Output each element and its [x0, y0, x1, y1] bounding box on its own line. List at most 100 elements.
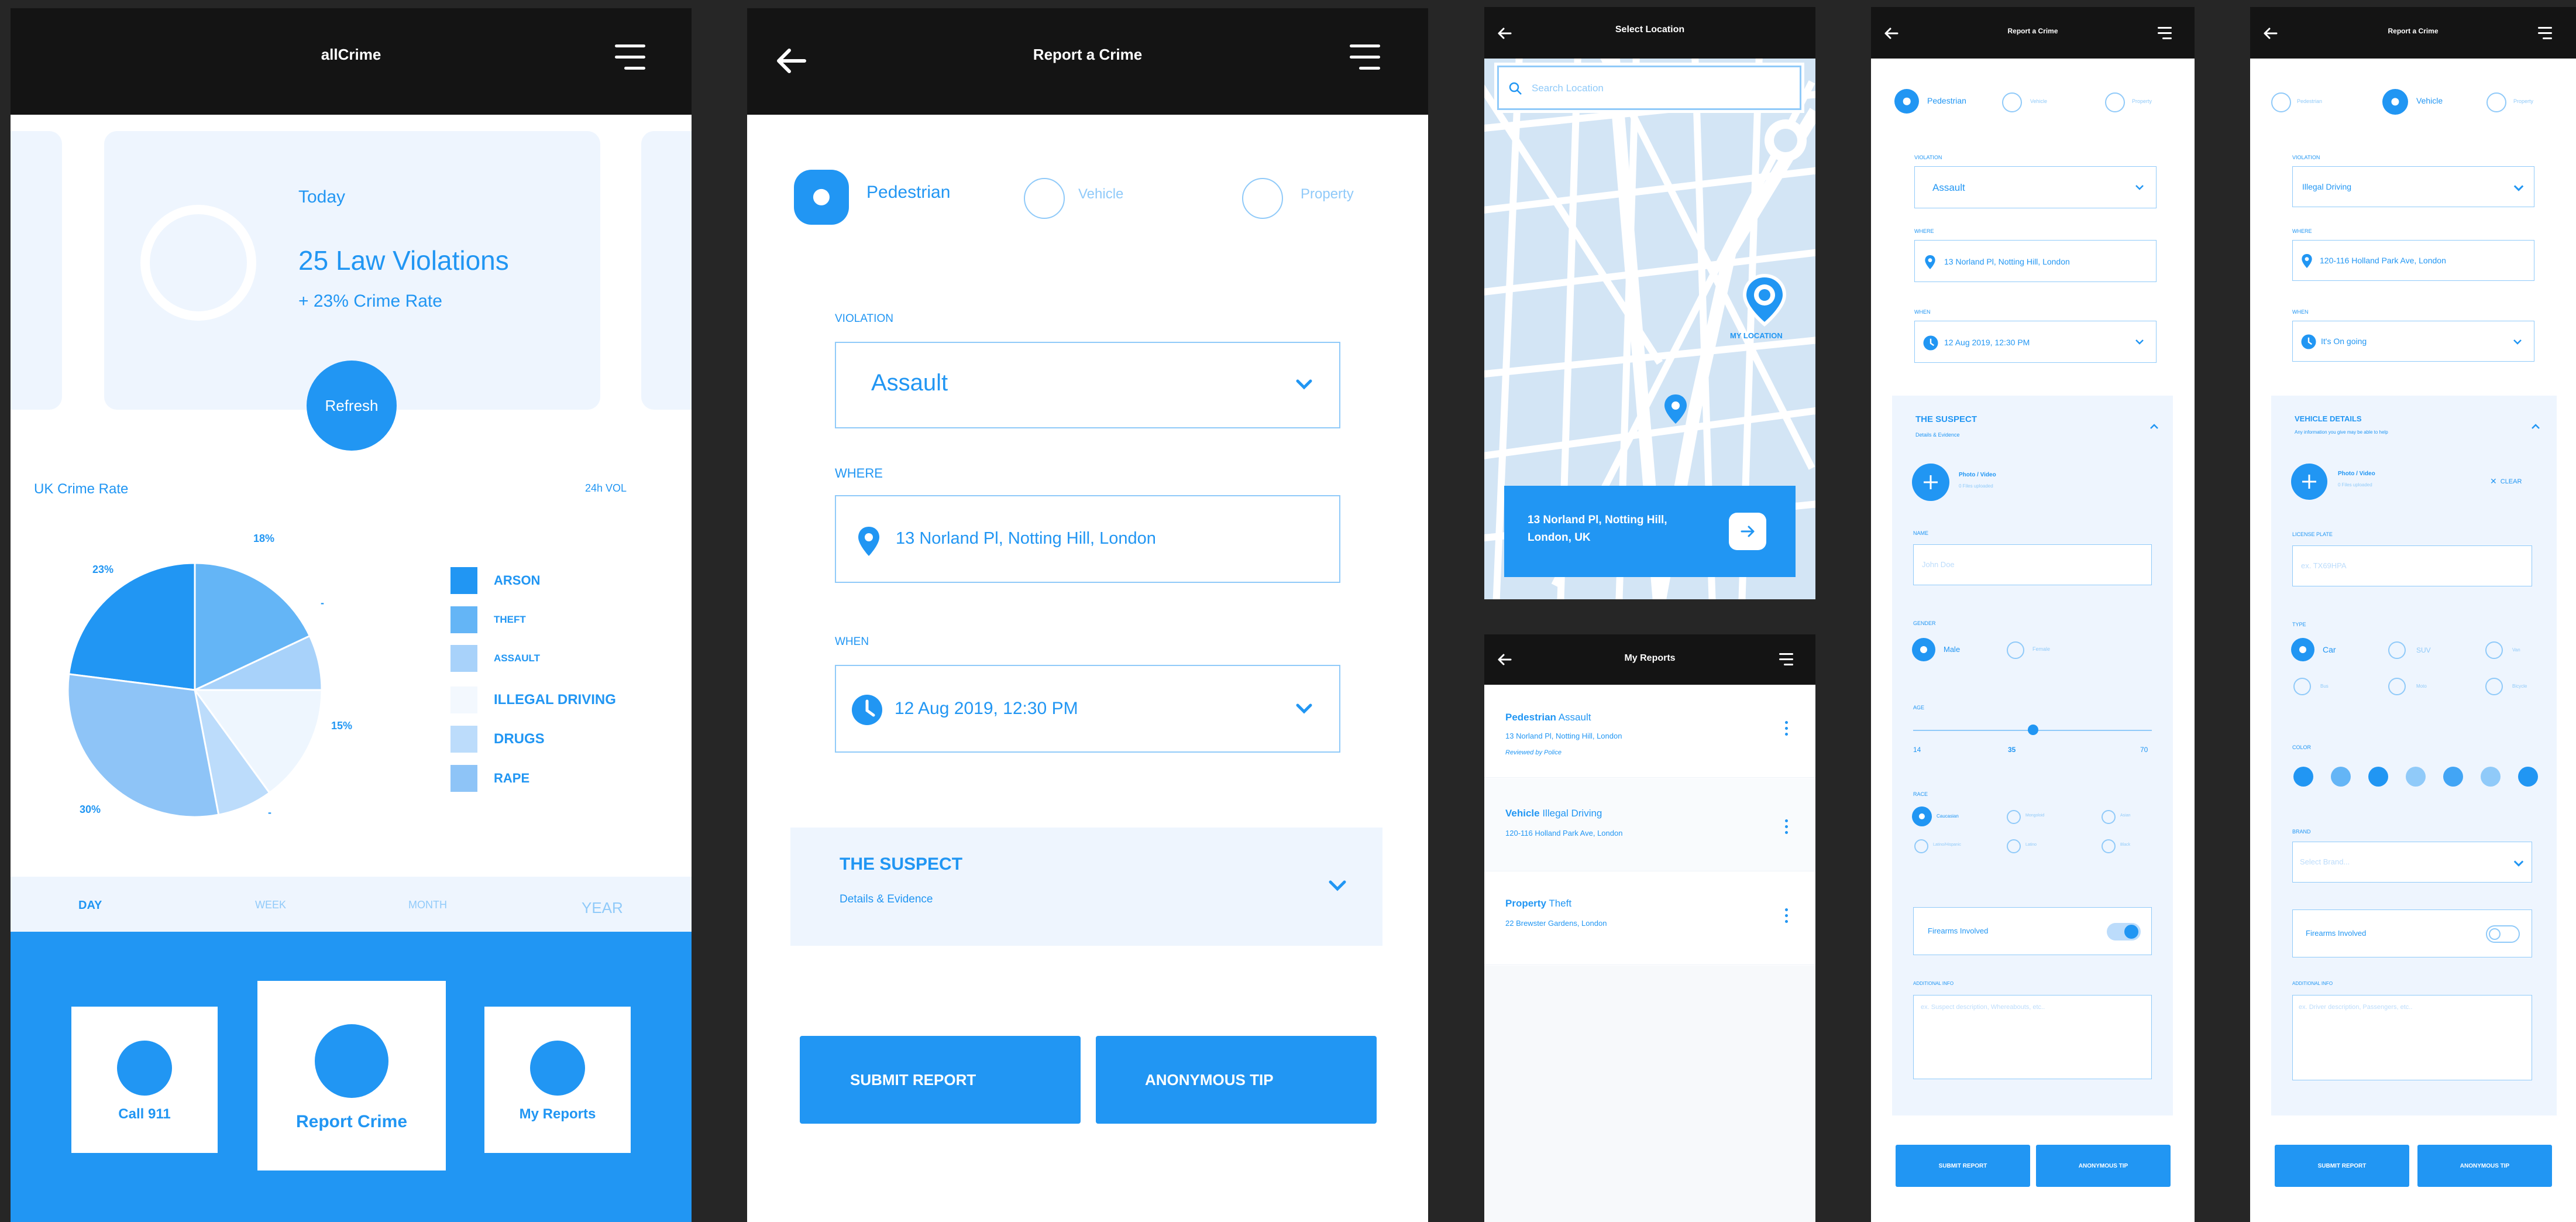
race-label: RACE [1913, 791, 1928, 797]
chevron-down-icon [2513, 339, 2522, 345]
radio-vehicle[interactable] [2002, 92, 2022, 112]
more-options-icon[interactable] [1785, 908, 1789, 926]
age-max: 70 [2140, 746, 2148, 754]
firearms-toggle[interactable] [2486, 925, 2520, 943]
firearms-toggle[interactable] [2107, 923, 2141, 940]
report-list-item[interactable]: Pedestrian Assault 13 Norland Pl, Notting… [1484, 685, 1815, 778]
chart-period[interactable]: 24h VOL [585, 482, 627, 495]
radio-pedestrian[interactable] [1894, 89, 1919, 114]
violation-select[interactable]: Assault [1914, 166, 2157, 208]
radio-type-van[interactable] [2485, 641, 2503, 659]
my-location-marker[interactable]: MY LOCATION [1730, 272, 1792, 342]
color-label: COLOR [2292, 744, 2312, 750]
color-swatch[interactable] [2481, 767, 2501, 787]
violation-select[interactable]: Illegal Driving [2292, 166, 2534, 207]
submit-report-button[interactable]: SUBMIT REPORT [800, 1036, 1081, 1124]
radio-type-bus[interactable] [2293, 678, 2311, 695]
color-swatch[interactable] [2518, 767, 2538, 787]
where-field[interactable]: 120-116 Holland Park Ave, London [2292, 240, 2534, 281]
tab-year[interactable]: YEAR [582, 899, 623, 917]
radio-female[interactable] [2007, 641, 2024, 659]
report-address: 13 Norland Pl, Notting Hill, London [1505, 732, 1622, 740]
add-media-button[interactable] [1912, 464, 1949, 501]
additional-textarea[interactable]: ex. Driver description, Passengers, etc.… [2292, 995, 2532, 1080]
when-select[interactable]: It's On going [2292, 321, 2534, 362]
menu-icon[interactable] [1350, 44, 1380, 70]
brand-select[interactable]: Select Brand... [2292, 842, 2532, 883]
report-list-item[interactable]: Vehicle Illegal Driving 120-116 Holland P… [1484, 778, 1815, 871]
pie-value-label: 18% [253, 533, 274, 544]
selected-address-card[interactable]: 13 Norland Pl, Notting Hill, London, UK [1504, 486, 1796, 577]
radio-pedestrian[interactable] [2271, 92, 2291, 112]
chevron-up-icon[interactable] [2531, 424, 2540, 430]
refresh-button[interactable]: Refresh [307, 361, 397, 451]
radio-vehicle[interactable] [2382, 89, 2408, 115]
radio-property[interactable] [2486, 92, 2506, 112]
violation-select[interactable]: Assault [835, 342, 1340, 428]
radio-vehicle-label: Vehicle [1078, 186, 1124, 202]
report-list-item[interactable]: Property Theft 22 Brewster Gardens, Londo… [1484, 872, 1815, 965]
my-reports-label: My Reports [519, 1106, 596, 1122]
pie-slice-arson[interactable] [68, 562, 196, 691]
when-select[interactable]: 12 Aug 2019, 12:30 PM [835, 665, 1340, 753]
carousel-card-next[interactable] [641, 131, 692, 410]
more-options-icon[interactable] [1785, 721, 1789, 739]
location-pin-icon [858, 527, 879, 556]
radio-race-2[interactable] [2102, 810, 2116, 824]
color-swatch[interactable] [2368, 767, 2388, 787]
add-media-button[interactable] [2291, 464, 2327, 500]
radio-race-0[interactable] [1912, 806, 1932, 826]
suspect-section[interactable]: THE SUSPECT Details & Evidence [790, 828, 1382, 946]
name-input[interactable]: John Doe [1913, 544, 2152, 585]
pie-slice-rape[interactable] [67, 673, 220, 818]
color-swatch[interactable] [2443, 767, 2463, 787]
anonymous-tip-button[interactable]: ANONYMOUS TIP [2036, 1145, 2171, 1187]
chevron-up-icon[interactable] [2149, 424, 2159, 430]
radio-type-car[interactable] [2291, 638, 2314, 661]
where-field[interactable]: 13 Norland Pl, Notting Hill, London [1914, 240, 2157, 282]
confirm-location-button[interactable] [1729, 513, 1766, 550]
plus-icon [2302, 475, 2316, 489]
slider-thumb[interactable] [2028, 725, 2038, 735]
my-reports-button[interactable]: My Reports [484, 1007, 631, 1153]
tab-week[interactable]: WEEK [255, 899, 286, 911]
menu-icon[interactable] [2538, 27, 2552, 39]
menu-icon[interactable] [615, 44, 645, 70]
violation-value: Assault [1932, 182, 1965, 193]
location-search-input[interactable]: Search Location [1497, 66, 1801, 110]
radio-pedestrian[interactable] [794, 170, 849, 225]
more-options-icon[interactable] [1785, 819, 1789, 837]
radio-type-bicycle[interactable] [2485, 678, 2503, 695]
color-swatch[interactable] [2406, 767, 2426, 787]
submit-report-button[interactable]: SUBMIT REPORT [1896, 1145, 2030, 1187]
menu-icon[interactable] [1779, 653, 1793, 665]
report-crime-button[interactable]: Report Crime [257, 981, 446, 1170]
tab-day[interactable]: DAY [78, 899, 102, 912]
suspect-subtitle: Details & Evidence [1915, 432, 1960, 438]
radio-race-5[interactable] [2102, 839, 2116, 853]
color-swatch[interactable] [2293, 767, 2313, 787]
submit-report-button[interactable]: SUBMIT REPORT [2275, 1145, 2409, 1187]
when-select[interactable]: 12 Aug 2019, 12:30 PM [1914, 321, 2157, 363]
radio-race-4[interactable] [2007, 839, 2021, 853]
tab-month[interactable]: MONTH [408, 899, 447, 911]
anonymous-tip-button[interactable]: ANONYMOUS TIP [2417, 1145, 2552, 1187]
additional-textarea[interactable]: ex. Suspect description, Whereabouts, et… [1913, 995, 2152, 1079]
carousel-card-prev[interactable] [11, 131, 62, 410]
anonymous-tip-button[interactable]: ANONYMOUS TIP [1096, 1036, 1377, 1124]
menu-icon[interactable] [2158, 27, 2172, 39]
radio-race-1[interactable] [2007, 810, 2021, 824]
radio-property[interactable] [2105, 92, 2125, 112]
radio-race-3[interactable] [1914, 839, 1928, 853]
radio-male[interactable] [1912, 638, 1935, 661]
age-slider[interactable] [1913, 725, 2152, 736]
radio-type-suv[interactable] [2388, 641, 2406, 659]
call-911-button[interactable]: Call 911 [71, 1007, 218, 1153]
plate-input[interactable]: ex. TX69HPA [2292, 545, 2532, 586]
color-swatch[interactable] [2331, 767, 2351, 787]
radio-type-moto[interactable] [2388, 678, 2406, 695]
radio-property[interactable] [1242, 178, 1283, 219]
where-field[interactable]: 13 Norland Pl, Notting Hill, London [835, 495, 1340, 583]
radio-vehicle[interactable] [1024, 178, 1065, 219]
clear-button[interactable]: ✕ CLEAR [2490, 476, 2522, 486]
